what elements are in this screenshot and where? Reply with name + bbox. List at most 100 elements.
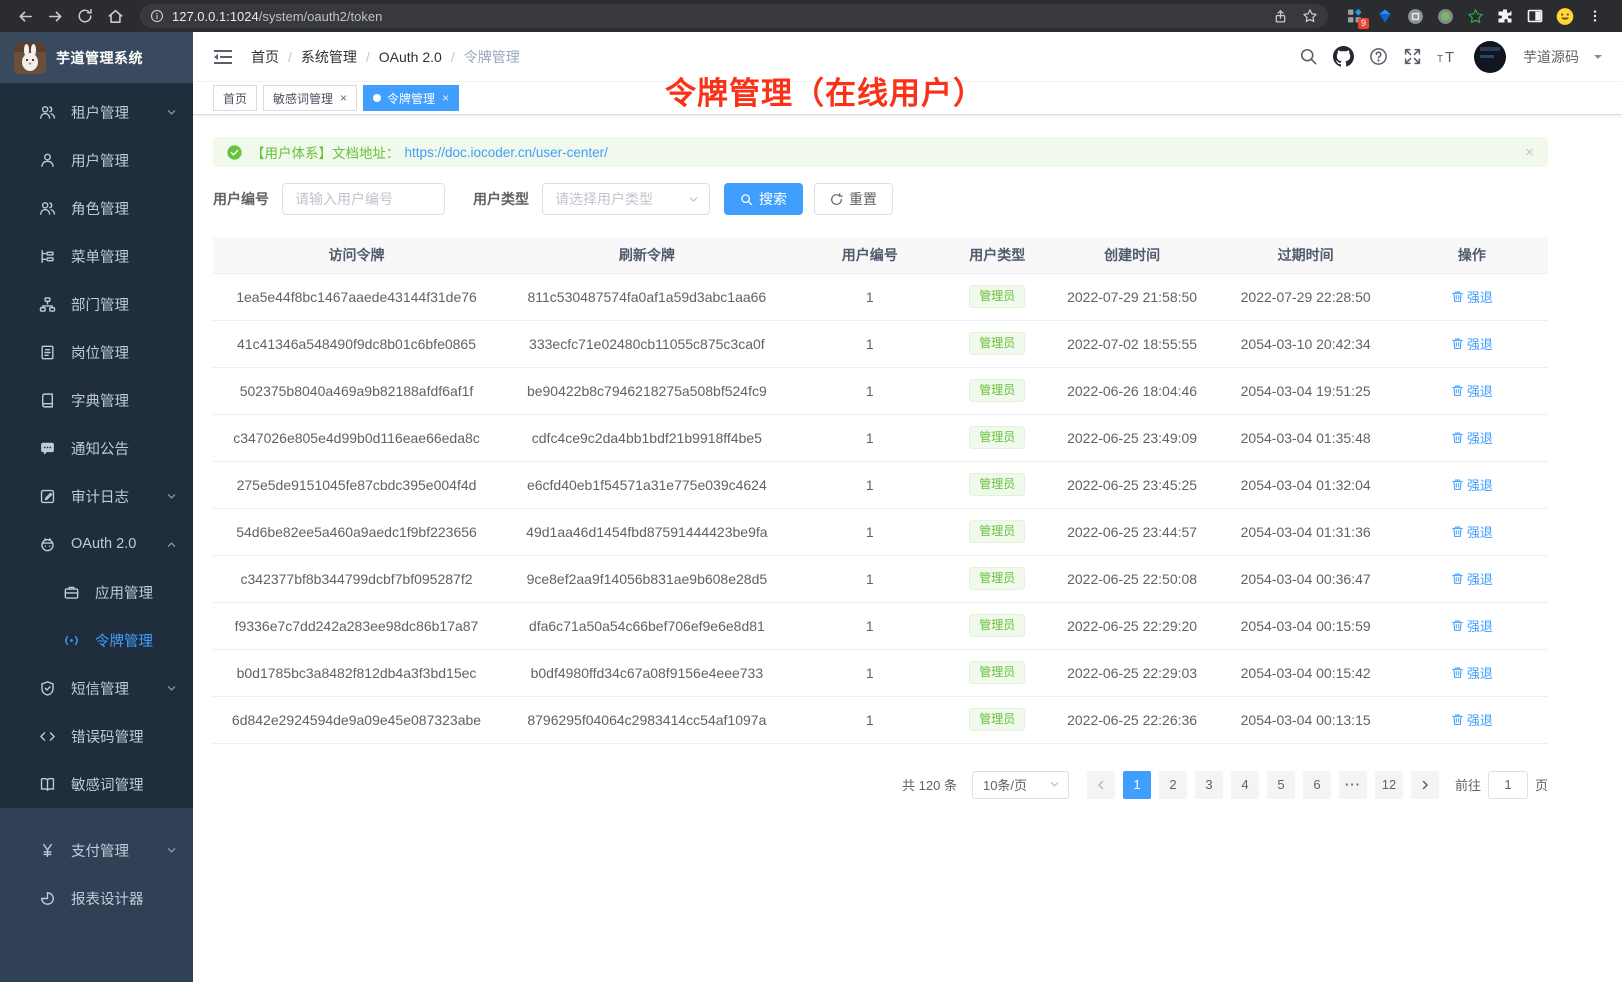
sidebar-item-5[interactable]: 岗位管理 — [0, 328, 193, 376]
force-logout-button[interactable]: 强退 — [1451, 663, 1493, 682]
user-type-select[interactable]: 请选择用户类型 — [542, 183, 710, 215]
page-button-6[interactable]: 6 — [1303, 771, 1331, 799]
force-logout-button[interactable]: 强退 — [1451, 569, 1493, 588]
app-logo[interactable]: 芋道管理系统 — [0, 32, 193, 83]
force-logout-button[interactable]: 强退 — [1451, 381, 1493, 400]
created-cell: 2022-06-25 22:26:36 — [1049, 696, 1216, 743]
fullscreen-icon[interactable] — [1403, 47, 1422, 66]
force-logout-button[interactable]: 强退 — [1451, 287, 1493, 306]
sidebar-item-2[interactable]: 角色管理 — [0, 184, 193, 232]
extension-grid-icon[interactable]: 9 — [1346, 7, 1364, 25]
header-search-icon[interactable] — [1299, 47, 1318, 66]
force-logout-button[interactable]: 强退 — [1451, 475, 1493, 494]
page-button-3[interactable]: 3 — [1195, 771, 1223, 799]
breadcrumb-item-1[interactable]: 系统管理 — [301, 47, 357, 67]
page-button-5[interactable]: 5 — [1267, 771, 1295, 799]
page-button-4[interactable]: 4 — [1231, 771, 1259, 799]
force-logout-label: 强退 — [1467, 522, 1493, 541]
username[interactable]: 芋道源码 — [1523, 47, 1579, 67]
page-size-select[interactable]: 10条/页 — [972, 771, 1069, 799]
sidebar-item-8[interactable]: 审计日志 — [0, 472, 193, 520]
sidebar-toggle-icon[interactable] — [213, 48, 233, 66]
sidebar-item-7[interactable]: 通知公告 — [0, 424, 193, 472]
refresh-token-cell: 9ce8ef2aa9f14056b831ae9b608e28d5 — [500, 555, 794, 602]
forward-icon[interactable] — [42, 3, 68, 29]
table-row: 1ea5e44f8bc1467aaede43144f31de76811c5304… — [213, 273, 1548, 320]
tab-close-icon[interactable]: × — [340, 92, 347, 104]
extension-circle-icon[interactable] — [1406, 7, 1424, 25]
breadcrumb-separator: / — [451, 49, 455, 65]
force-logout-button[interactable]: 强退 — [1451, 428, 1493, 447]
alert-close-icon[interactable]: × — [1525, 144, 1534, 161]
sidebar-item-3[interactable]: 菜单管理 — [0, 232, 193, 280]
page-button-12[interactable]: 12 — [1375, 771, 1403, 799]
sidebar-item-9[interactable]: OAuth 2.0 — [0, 520, 193, 568]
site-info-icon[interactable] — [150, 9, 164, 23]
sidebar-item-16[interactable]: 报表设计器 — [0, 874, 193, 922]
bookmark-star-icon[interactable] — [1302, 8, 1318, 24]
force-logout-button[interactable]: 强退 — [1451, 334, 1493, 353]
column-header-3: 用户类型 — [946, 237, 1049, 273]
sidebar-item-0[interactable]: 租户管理 — [0, 88, 193, 136]
chevron-down-icon — [166, 683, 177, 694]
extension-gem-icon[interactable] — [1376, 7, 1394, 25]
goto-page-input[interactable] — [1488, 771, 1528, 799]
sidebar-item-12[interactable]: 短信管理 — [0, 664, 193, 712]
sidebar-item-6[interactable]: 字典管理 — [0, 376, 193, 424]
prev-page-button[interactable] — [1087, 771, 1115, 799]
page-button-1[interactable]: 1 — [1123, 771, 1151, 799]
share-icon[interactable] — [1273, 9, 1288, 24]
alert-doc-link[interactable]: https://doc.iocoder.cn/user-center/ — [405, 145, 608, 160]
force-logout-label: 强退 — [1467, 475, 1493, 494]
user-menu-caret-icon[interactable] — [1594, 55, 1602, 63]
help-icon[interactable] — [1369, 47, 1388, 66]
expires-cell: 2054-03-04 00:13:15 — [1216, 696, 1396, 743]
search-button[interactable]: 搜索 — [724, 183, 803, 215]
tab-2[interactable]: 令牌管理 × — [363, 85, 459, 111]
user-id-input[interactable] — [282, 183, 445, 215]
force-logout-button[interactable]: 强退 — [1451, 616, 1493, 635]
sidebar-item-4[interactable]: 部门管理 — [0, 280, 193, 328]
sidebar-item-label: 应用管理 — [95, 582, 153, 603]
extension-green-dot-icon[interactable] — [1436, 7, 1454, 25]
extension-split-square-icon[interactable] — [1526, 7, 1544, 25]
extension-puzzle-icon[interactable] — [1496, 7, 1514, 25]
reload-icon[interactable] — [72, 3, 98, 29]
sidebar-item-14[interactable]: 敏感词管理 — [0, 760, 193, 808]
github-icon[interactable] — [1333, 46, 1354, 67]
reset-button[interactable]: 重置 — [814, 183, 893, 215]
column-header-6: 操作 — [1396, 237, 1548, 273]
force-logout-button[interactable]: 强退 — [1451, 710, 1493, 729]
tab-close-icon[interactable]: × — [442, 92, 449, 104]
page-button-2[interactable]: 2 — [1159, 771, 1187, 799]
token-icon — [62, 631, 80, 649]
expires-cell: 2054-03-04 01:32:04 — [1216, 461, 1396, 508]
sidebar-item-11[interactable]: 令牌管理 — [0, 616, 193, 664]
profile-avatar-icon[interactable] — [1556, 7, 1574, 25]
next-page-button[interactable] — [1411, 771, 1439, 799]
tab-label: 令牌管理 — [387, 90, 435, 107]
breadcrumb-item-0[interactable]: 首页 — [251, 47, 279, 67]
force-logout-button[interactable]: 强退 — [1451, 522, 1493, 541]
active-dot — [373, 94, 381, 102]
action-cell: 强退 — [1396, 461, 1548, 508]
tab-0[interactable]: 首页 — [213, 85, 257, 111]
extension-star-icon[interactable] — [1466, 7, 1484, 25]
tab-1[interactable]: 敏感词管理× — [263, 85, 357, 111]
sidebar-item-15[interactable]: 支付管理 — [0, 826, 193, 874]
font-size-icon[interactable]: TT — [1437, 48, 1459, 66]
sidebar-item-13[interactable]: 错误码管理 — [0, 712, 193, 760]
home-icon[interactable] — [102, 3, 128, 29]
page-button-···[interactable]: ··· — [1339, 771, 1367, 799]
back-icon[interactable] — [12, 3, 38, 29]
breadcrumb-item-2[interactable]: OAuth 2.0 — [379, 49, 442, 65]
sidebar-item-label: 错误码管理 — [71, 726, 144, 747]
address-bar[interactable]: 127.0.0.1:1024/system/oauth2/token — [140, 4, 1328, 28]
sidebar-item-10[interactable]: 应用管理 — [0, 568, 193, 616]
refresh-token-cell: 811c530487574fa0af1a59d3abc1aa66 — [500, 273, 794, 320]
user-type-cell: 管理员 — [946, 320, 1049, 367]
sidebar-item-1[interactable]: 用户管理 — [0, 136, 193, 184]
user-avatar[interactable] — [1474, 41, 1506, 73]
logo-rabbit-icon — [14, 42, 46, 74]
browser-menu-icon[interactable] — [1586, 7, 1604, 25]
